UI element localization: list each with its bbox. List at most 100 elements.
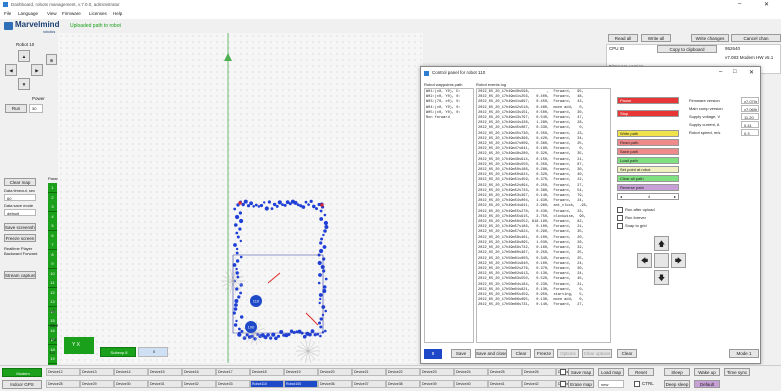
device-tab-device13[interactable]: Device13 bbox=[80, 368, 114, 376]
minimize-button[interactable]: – bbox=[738, 1, 741, 7]
run-after-upload-checkbox[interactable] bbox=[617, 207, 623, 213]
erase-map-select[interactable]: new bbox=[598, 380, 624, 388]
device-tab-device24[interactable]: Device24 bbox=[454, 368, 488, 376]
save-path-button[interactable]: Save path bbox=[617, 148, 679, 155]
extra-ln[interactable]: Ln bbox=[50, 350, 55, 355]
cp-right-button[interactable]: 🡆 bbox=[671, 253, 686, 268]
data-save-select[interactable]: default bbox=[4, 209, 36, 216]
device-tab-device18[interactable]: Device18 bbox=[250, 368, 284, 376]
device-tab-device28[interactable]: Device28 bbox=[46, 380, 80, 388]
device-tab-device40[interactable]: Device40 bbox=[454, 380, 488, 388]
default-button[interactable]: Default bbox=[694, 380, 720, 388]
cp-mode-button[interactable]: Mode 1 bbox=[729, 349, 759, 358]
write-all-button[interactable]: Write all bbox=[641, 34, 671, 42]
device-tab-device41[interactable]: Device41 bbox=[488, 380, 522, 388]
device-tab-device30[interactable]: Device30 bbox=[114, 380, 148, 388]
cp-save-close-button[interactable]: Save and close bbox=[475, 349, 507, 358]
time-sync-button[interactable]: Time sync bbox=[724, 368, 750, 376]
load-path-button[interactable]: Load path bbox=[617, 157, 679, 164]
pause-button[interactable]: Pause bbox=[617, 97, 679, 104]
close-button[interactable]: ✕ bbox=[764, 1, 769, 8]
param-number-6[interactable]: 6 bbox=[48, 230, 57, 241]
cp-save-button[interactable]: Save bbox=[451, 349, 471, 358]
stepper-left-icon[interactable]: ◂ bbox=[620, 194, 622, 200]
copy-clipboard-button[interactable]: Copy to clipboard bbox=[657, 45, 717, 53]
menu-firmware[interactable]: Firmware bbox=[62, 11, 81, 16]
device-tab-device14[interactable]: Device14 bbox=[114, 368, 148, 376]
arrow-left-button[interactable]: ◀ bbox=[5, 64, 17, 76]
clear-all-path-button[interactable]: Clear all path bbox=[617, 175, 679, 182]
ctrl-checkbox[interactable] bbox=[634, 381, 640, 387]
device-tab-device12[interactable]: Device12 bbox=[46, 368, 80, 376]
param-number-2[interactable]: 2 bbox=[48, 192, 57, 203]
cp-options-button[interactable]: Options bbox=[557, 349, 579, 358]
events-log-list[interactable]: 2022_05_20_17h49m40s598, , Forward, 95, 2… bbox=[476, 88, 611, 343]
device-tab-device33[interactable]: Device33 bbox=[216, 380, 250, 388]
load-map-button[interactable]: Load map bbox=[598, 368, 624, 376]
menu-help[interactable]: Help bbox=[113, 11, 122, 16]
clear-map-button[interactable]: Clear map bbox=[4, 178, 36, 186]
modem-tab[interactable]: Modem bbox=[2, 368, 42, 377]
device-tab-device31[interactable]: Device31 bbox=[148, 380, 182, 388]
param-number-8[interactable]: 8 bbox=[48, 249, 57, 260]
sleep-button[interactable]: Sleep bbox=[664, 368, 690, 376]
reverse-path-button[interactable]: Reverse path bbox=[617, 184, 679, 191]
freeze-screen-button[interactable]: Freeze screen bbox=[4, 234, 36, 242]
cp-freeze-button[interactable]: Freeze bbox=[534, 349, 554, 358]
cp-down-button[interactable]: 🡇 bbox=[654, 270, 669, 285]
device-tab-device17[interactable]: Device17 bbox=[216, 368, 250, 376]
menu-licenses[interactable]: Licenses bbox=[89, 11, 107, 16]
power-input[interactable]: 30 bbox=[29, 104, 43, 113]
reset-button[interactable]: Reset bbox=[628, 368, 654, 376]
cp-minimize-button[interactable]: – bbox=[719, 69, 722, 75]
subexp-input[interactable]: 0 bbox=[138, 347, 168, 357]
param-number-11[interactable]: 11 bbox=[48, 278, 57, 288]
device-tab-robot110[interactable]: Robot110 bbox=[250, 380, 284, 388]
erase-map-button[interactable]: Erase map bbox=[568, 380, 594, 388]
menu-file[interactable]: File bbox=[4, 11, 11, 16]
param-number-7[interactable]: 7 bbox=[48, 240, 57, 250]
save-screenshot-button[interactable]: Save screenshot bbox=[4, 223, 36, 231]
erase-map-checkbox[interactable] bbox=[560, 381, 566, 387]
data-timeout-input[interactable]: 60 bbox=[4, 194, 36, 201]
set-point-robot-button[interactable]: Set point at robot bbox=[617, 166, 679, 173]
run-button[interactable]: Run bbox=[5, 104, 27, 113]
device-tab-device29[interactable]: Device29 bbox=[80, 380, 114, 388]
snap-grid-checkbox[interactable] bbox=[617, 223, 623, 229]
device-tab-device32[interactable]: Device32 bbox=[182, 380, 216, 388]
device-tab-device36[interactable]: Device36 bbox=[318, 380, 352, 388]
map-area[interactable]: 110 100 bbox=[58, 33, 423, 363]
param-number-4[interactable]: 4 bbox=[48, 211, 57, 222]
stop-button[interactable]: Stop bbox=[617, 110, 679, 117]
param-number-3[interactable]: 3 bbox=[48, 202, 57, 212]
param-speed-value[interactable]: 0.3 bbox=[741, 129, 759, 136]
param-number-1[interactable]: 1 bbox=[48, 183, 57, 193]
cp-clear-button[interactable]: Clear bbox=[511, 349, 531, 358]
save-map-checkbox[interactable] bbox=[560, 369, 566, 375]
path-stepper[interactable]: ◂ 4 ▸ bbox=[617, 193, 679, 200]
device-tab-device42[interactable]: Device42 bbox=[522, 380, 556, 388]
device-tab-device25[interactable]: Device25 bbox=[488, 368, 522, 376]
indoor-gps-tab[interactable]: Indoor GPS bbox=[2, 380, 42, 389]
param-number-12[interactable]: 12 bbox=[48, 287, 57, 298]
cp-clear2-button[interactable]: Clear bbox=[617, 349, 637, 358]
param-number-13[interactable]: 13 bbox=[48, 297, 57, 307]
write-path-button[interactable]: Write path bbox=[617, 130, 679, 137]
save-map-button[interactable]: Save map bbox=[568, 368, 594, 376]
run-forever-checkbox[interactable] bbox=[617, 215, 623, 221]
arrow-down-button[interactable]: ▼ bbox=[18, 78, 30, 90]
device-tab-device20[interactable]: Device20 bbox=[318, 368, 352, 376]
device-tab-device15[interactable]: Device15 bbox=[148, 368, 182, 376]
param-number-9[interactable]: 9 bbox=[48, 259, 57, 269]
device-tab-device39[interactable]: Device39 bbox=[420, 380, 454, 388]
device-tab-device22[interactable]: Device22 bbox=[386, 368, 420, 376]
device-tab-device23[interactable]: Device23 bbox=[420, 368, 454, 376]
param-number-5[interactable]: 5 bbox=[48, 221, 57, 231]
param-number-19[interactable]: 19 bbox=[48, 354, 57, 364]
menu-view[interactable]: View bbox=[47, 11, 57, 16]
device-tab-device26[interactable]: Device26 bbox=[522, 368, 556, 376]
arrow-up-button[interactable]: ▲ bbox=[18, 50, 30, 62]
cp-up-button[interactable]: 🡅 bbox=[654, 236, 669, 251]
cp-center-button[interactable] bbox=[654, 253, 669, 268]
arrow-right-button[interactable]: ▶ bbox=[31, 64, 43, 76]
